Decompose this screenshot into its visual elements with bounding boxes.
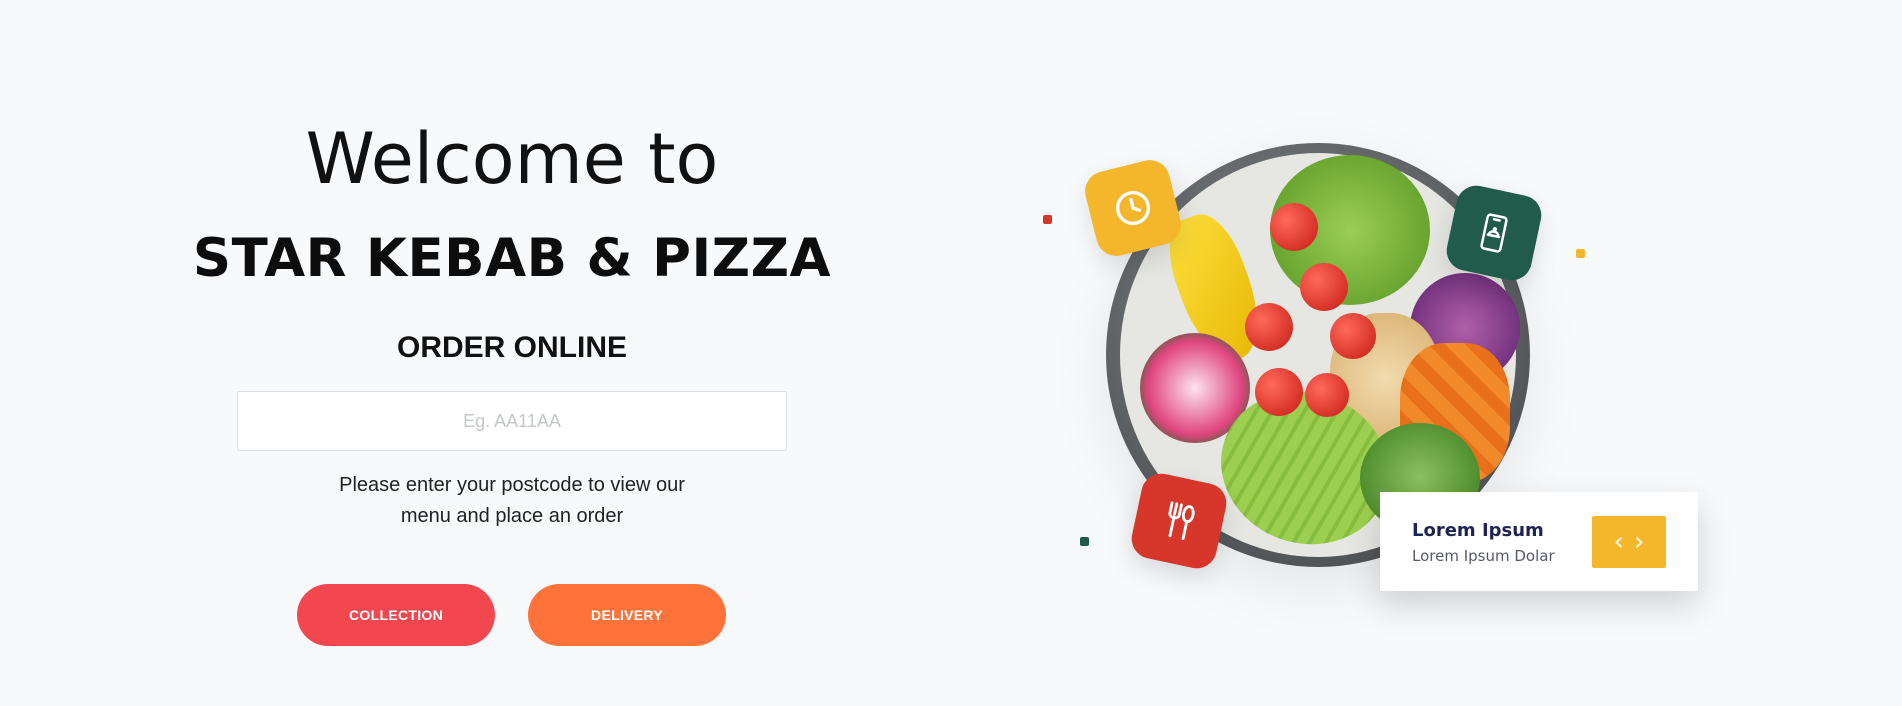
card-nav-control: ‹ › <box>1592 516 1666 568</box>
collection-button[interactable]: COLLECTION <box>297 584 495 646</box>
tomato <box>1245 303 1293 351</box>
fork-spoon-icon <box>1168 501 1195 540</box>
mobile-order-icon <box>1480 213 1508 253</box>
mobile-order-badge <box>1442 181 1546 285</box>
tomato <box>1300 263 1348 311</box>
helper-line-2: menu and place an order <box>400 505 624 527</box>
order-online-heading: ORDER ONLINE <box>396 331 627 364</box>
tomato <box>1255 368 1303 416</box>
fork-spoon-badge <box>1127 469 1231 573</box>
decor-dot <box>1043 215 1052 224</box>
postcode-input[interactable] <box>237 391 787 451</box>
tomato <box>1330 313 1376 359</box>
decor-dot <box>1576 249 1585 258</box>
chevron-left-icon[interactable]: ‹ <box>1614 529 1624 555</box>
card-subtitle: Lorem Ipsum Dolar <box>1412 547 1555 565</box>
tomato <box>1305 373 1349 417</box>
helper-line-1: Please enter your postcode to view our <box>339 474 685 496</box>
tomato <box>1270 203 1318 251</box>
clock-icon <box>1115 190 1151 226</box>
brand-name: STAR KEBAB & PIZZA <box>192 228 832 289</box>
delivery-button[interactable]: DELIVERY <box>528 584 726 646</box>
decor-dot <box>1080 537 1089 546</box>
info-card: Lorem Ipsum Lorem Ipsum Dolar ‹ › <box>1380 492 1698 591</box>
chevron-right-icon[interactable]: › <box>1634 529 1644 555</box>
welcome-heading: Welcome to <box>305 118 719 200</box>
postcode-helper-text: Please enter your postcode to view our m… <box>312 470 712 532</box>
hero-section: Welcome to STAR KEBAB & PIZZA ORDER ONLI… <box>0 0 1024 706</box>
card-title: Lorem Ipsum <box>1412 520 1544 541</box>
